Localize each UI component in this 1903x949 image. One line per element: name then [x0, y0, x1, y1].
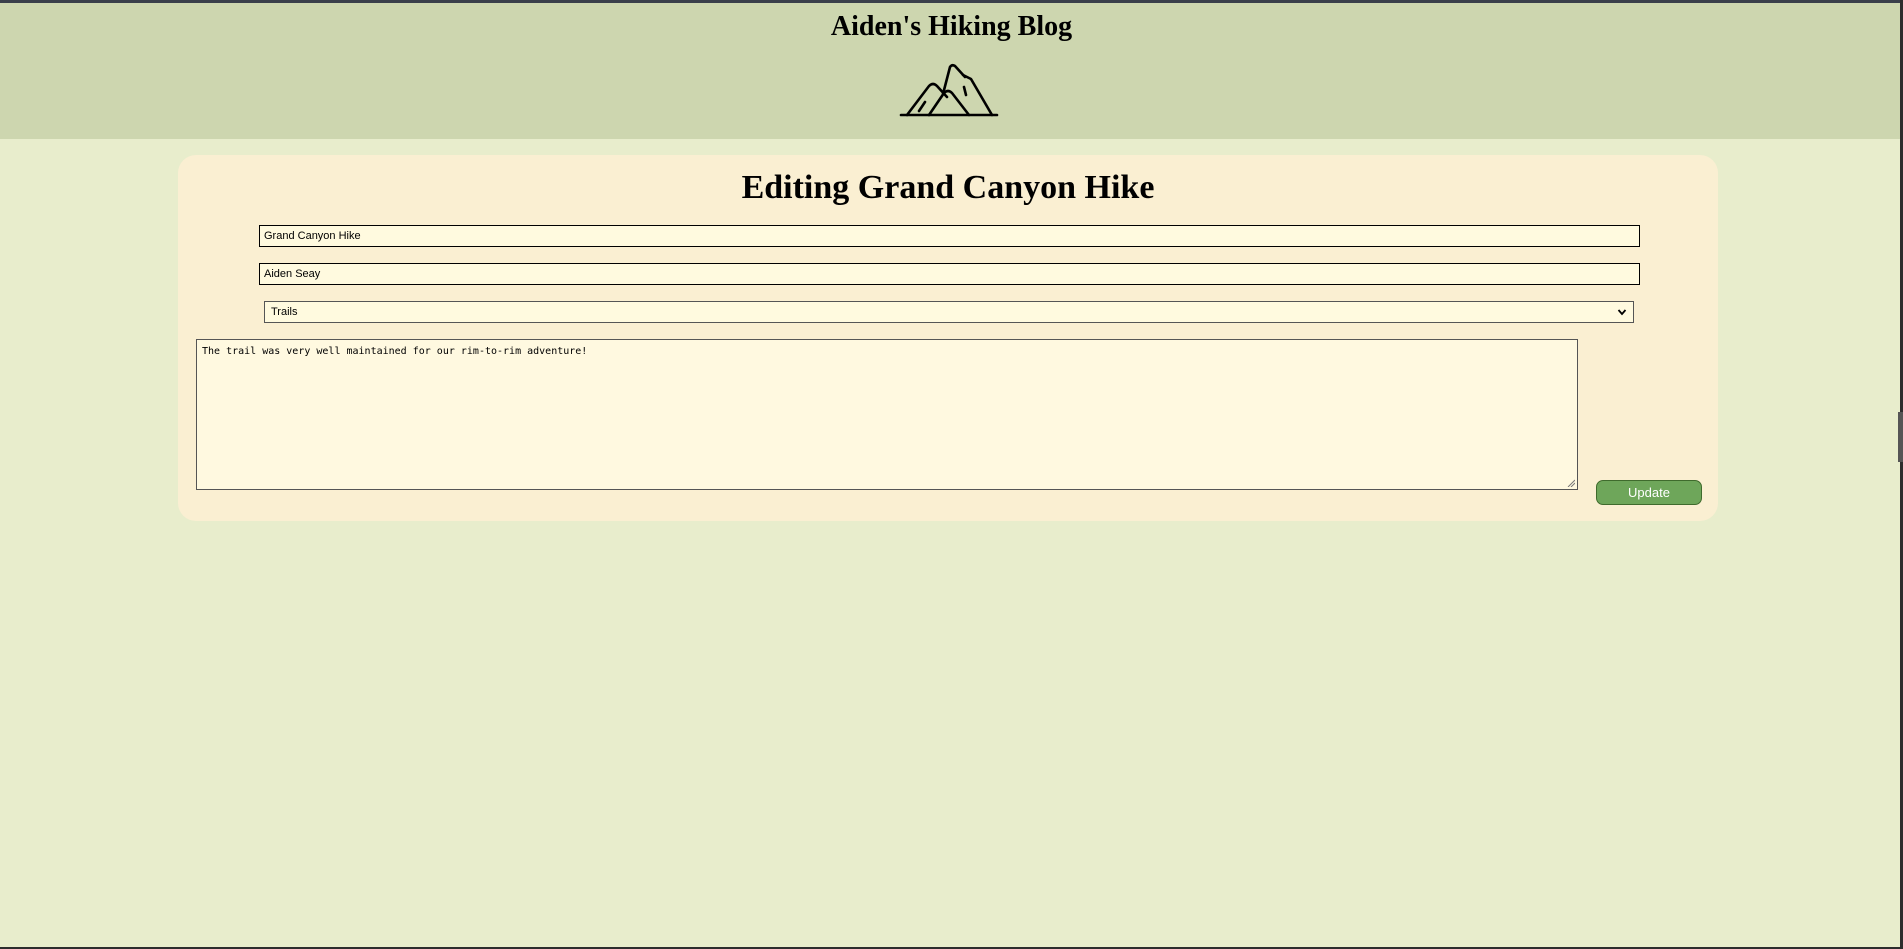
content-text: The trail was very well maintained for o… — [202, 346, 588, 357]
site-title: Aiden's Hiking Blog — [830, 11, 1073, 42]
page-title: Editing Grand Canyon Hike — [741, 169, 1155, 206]
edit-post-card: Editing Grand Canyon Hike Trails The tra… — [178, 155, 1718, 521]
author-input[interactable] — [259, 263, 1640, 285]
site-header: Aiden's Hiking Blog — [0, 3, 1903, 139]
category-selected-value: Trails — [271, 306, 298, 318]
mountain-icon — [899, 63, 999, 117]
title-input[interactable] — [259, 225, 1640, 247]
content-textarea[interactable]: The trail was very well maintained for o… — [196, 339, 1578, 490]
update-button[interactable]: Update — [1596, 480, 1702, 505]
category-select[interactable]: Trails — [264, 301, 1634, 323]
resize-grip-icon[interactable] — [1567, 479, 1575, 487]
chevron-down-icon — [1617, 309, 1627, 316]
scroll-handle[interactable] — [1898, 412, 1903, 462]
